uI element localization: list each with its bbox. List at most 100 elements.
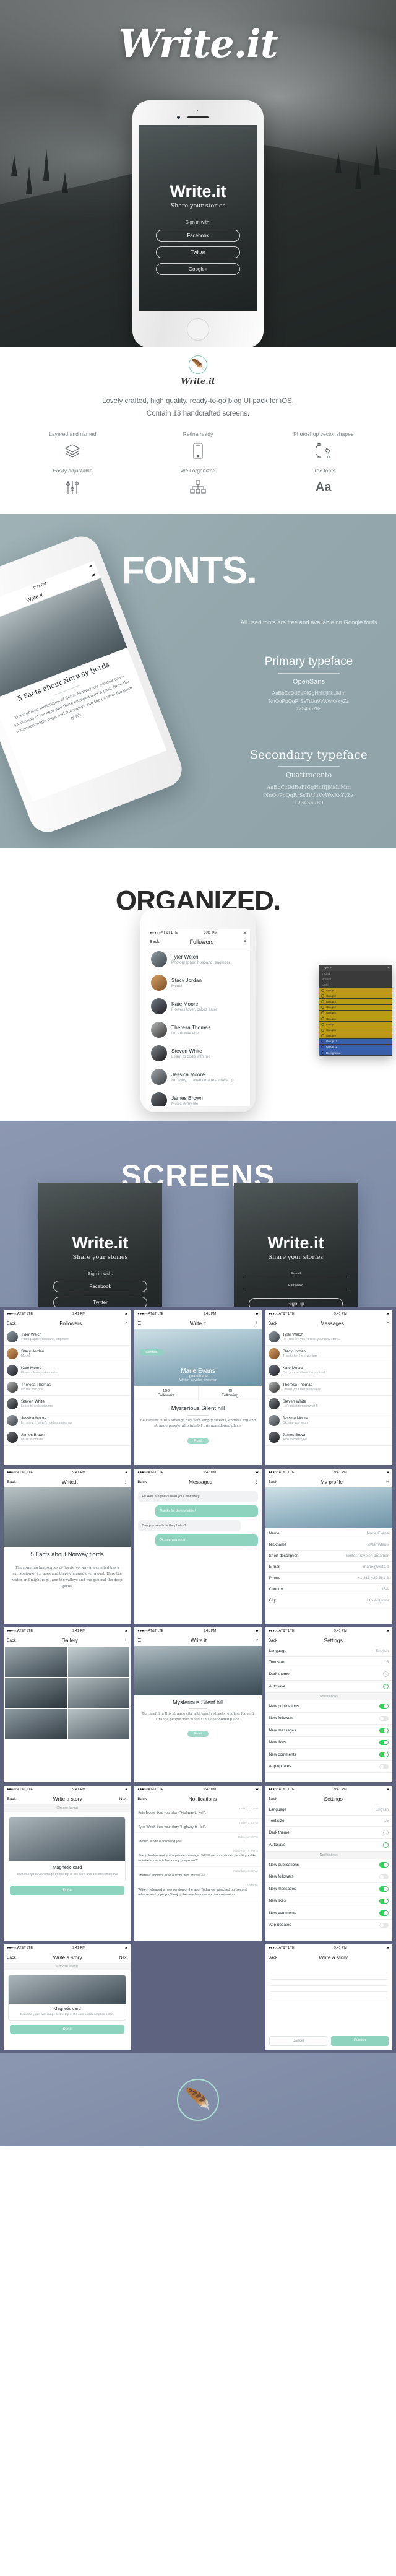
back-button[interactable]: Back bbox=[7, 1797, 16, 1801]
twitter-signin-button[interactable]: Twitter bbox=[156, 246, 240, 258]
new-publications-toggle[interactable] bbox=[379, 1862, 389, 1868]
table-row[interactable]: Autosave bbox=[265, 1681, 392, 1693]
table-row[interactable]: E-mail marie@write.it bbox=[265, 1562, 392, 1573]
list-item[interactable]: Theresa Thomas I'm the wild one bbox=[146, 1018, 250, 1042]
new-likes-toggle[interactable] bbox=[379, 1898, 389, 1904]
eye-icon[interactable] bbox=[321, 1006, 324, 1009]
facebook-signin-button[interactable]: Facebook bbox=[156, 230, 240, 242]
back-button[interactable]: Back bbox=[137, 1480, 147, 1484]
layout-card[interactable]: Magnetic card Beautiful fjords with imag… bbox=[9, 1817, 126, 1882]
layers-search[interactable]: ⌕ Kind bbox=[319, 971, 392, 977]
stat-followers[interactable]: 150 Followers bbox=[134, 1386, 199, 1401]
table-row[interactable]: Country USA bbox=[265, 1584, 392, 1595]
new-comments-toggle[interactable] bbox=[379, 1752, 389, 1757]
list-item[interactable]: James Brown Music is my life bbox=[146, 1089, 250, 1106]
table-row[interactable]: Autosave bbox=[265, 1839, 392, 1852]
blend-mode[interactable]: Normal bbox=[319, 977, 392, 982]
table-row[interactable]: Dark theme bbox=[265, 1668, 392, 1681]
eye-icon[interactable] bbox=[321, 999, 324, 1003]
table-row[interactable]: Language English bbox=[265, 1804, 392, 1816]
table-row[interactable]: New publications bbox=[265, 1700, 392, 1713]
back-button[interactable]: Back bbox=[7, 1480, 16, 1484]
table-row[interactable]: New messages bbox=[265, 1883, 392, 1895]
gallery-thumb[interactable] bbox=[67, 1709, 130, 1739]
more-icon[interactable]: ⋮ bbox=[124, 1479, 128, 1484]
menu-icon[interactable]: ☰ bbox=[137, 1321, 141, 1326]
edit-icon[interactable]: ✎ bbox=[385, 1479, 389, 1484]
new-publications-toggle[interactable] bbox=[379, 1704, 389, 1709]
new-messages-toggle[interactable] bbox=[379, 1886, 389, 1892]
back-button[interactable]: Back bbox=[150, 940, 160, 944]
photoshop-layers-panel[interactable]: Layers ✕ ⌕ Kind Normal Lock: Group 1 Gro… bbox=[319, 965, 392, 1056]
layer-row[interactable]: Group 4 bbox=[319, 1004, 392, 1011]
table-row[interactable]: New likes bbox=[265, 1737, 392, 1749]
back-button[interactable]: Back bbox=[269, 1797, 278, 1801]
done-button[interactable]: Done bbox=[10, 1886, 125, 1895]
search-icon[interactable]: ⌕ bbox=[256, 1638, 259, 1643]
layer-row[interactable]: Group 3 bbox=[319, 999, 392, 1005]
close-icon[interactable]: ✕ bbox=[387, 966, 390, 970]
notification-row[interactable]: Today, 12:10PM Steven White is following … bbox=[134, 1833, 262, 1848]
back-button[interactable]: Back bbox=[269, 1321, 278, 1326]
eye-icon[interactable] bbox=[321, 988, 324, 992]
more-icon[interactable]: ⋮ bbox=[254, 1479, 259, 1484]
gallery-thumb[interactable] bbox=[67, 1678, 130, 1708]
app-updates-toggle[interactable] bbox=[379, 1764, 389, 1769]
table-row[interactable]: Tyler Welch Photographer, husband, engine… bbox=[4, 1329, 131, 1346]
table-row[interactable]: New likes bbox=[265, 1895, 392, 1907]
table-row[interactable]: Theresa Thomas I loved your last publicat… bbox=[265, 1379, 392, 1396]
menu-icon[interactable]: ☰ bbox=[137, 1638, 141, 1643]
table-row[interactable]: Steven White Let's meet tomorrow at 5 bbox=[265, 1396, 392, 1412]
table-row[interactable]: Kate Moore Flowers lover, cakes eater bbox=[4, 1362, 131, 1379]
more-icon[interactable]: ⋮ bbox=[254, 1321, 259, 1326]
next-button[interactable]: Next bbox=[119, 1956, 128, 1960]
layer-row[interactable]: Group 5 bbox=[319, 1010, 392, 1016]
list-item[interactable]: Steven White Learn to code with me bbox=[146, 1042, 250, 1065]
layer-row[interactable]: Group 1 bbox=[319, 988, 392, 994]
notification-row[interactable]: 03/15/16 Write.it released a new version … bbox=[134, 1881, 262, 1900]
editor-body[interactable] bbox=[265, 1963, 392, 2008]
list-item[interactable]: Stacy Jordan Model bbox=[146, 971, 250, 994]
search-icon[interactable]: ⌕ bbox=[387, 1321, 389, 1326]
facebook-signin-button[interactable]: Facebook bbox=[53, 1281, 147, 1292]
autosave-radio[interactable] bbox=[382, 1683, 389, 1689]
table-row[interactable]: James Brown Music is my life bbox=[4, 1429, 131, 1446]
table-row[interactable]: Stacy Jordan Thanks for the invitation! bbox=[265, 1346, 392, 1362]
password-field[interactable]: Password bbox=[244, 1284, 348, 1289]
search-icon[interactable]: ⌕ bbox=[244, 939, 246, 944]
new-followers-toggle[interactable] bbox=[379, 1715, 389, 1721]
google-signin-button[interactable]: Google+ bbox=[156, 263, 240, 275]
new-followers-toggle[interactable] bbox=[379, 1874, 389, 1879]
table-row[interactable]: Tyler Welch Hi! How are you? I read your … bbox=[265, 1329, 392, 1346]
signup-button[interactable]: Sign up bbox=[249, 1298, 343, 1307]
feed-card[interactable]: Mysterious Silent hill Be careful in thi… bbox=[134, 1695, 261, 1741]
more-icon[interactable]: ⋮ bbox=[124, 1638, 128, 1643]
table-row[interactable]: New followers bbox=[265, 1871, 392, 1883]
read-button[interactable]: Read bbox=[139, 1726, 256, 1738]
layer-row-selected[interactable]: Background bbox=[319, 1050, 392, 1056]
layer-row[interactable]: Group 8 bbox=[319, 1027, 392, 1033]
table-row[interactable]: Stacy Jordan Model bbox=[4, 1346, 131, 1362]
layer-row[interactable]: Group 7 bbox=[319, 1022, 392, 1028]
contact-button[interactable]: Contact bbox=[139, 1345, 164, 1356]
table-row[interactable]: Dark theme bbox=[265, 1827, 392, 1839]
eye-icon[interactable] bbox=[321, 1017, 324, 1020]
table-row[interactable]: Language English bbox=[265, 1646, 392, 1657]
layer-row[interactable]: Group 9 bbox=[319, 1033, 392, 1039]
eye-icon[interactable] bbox=[321, 1051, 324, 1055]
gallery-thumb[interactable] bbox=[67, 1647, 130, 1677]
table-row[interactable]: Short description Writer, traveler, dream… bbox=[265, 1551, 392, 1562]
table-row[interactable]: New messages bbox=[265, 1725, 392, 1737]
eye-icon[interactable] bbox=[321, 1028, 324, 1032]
back-button[interactable]: Back bbox=[269, 1956, 278, 1960]
notification-row[interactable]: Today, 3:20PM Kate Moore liked your story… bbox=[134, 1804, 262, 1819]
list-item[interactable]: Tyler Welch Photographer, husband, engine… bbox=[146, 947, 250, 971]
table-row[interactable]: Kate Moore Can you send me the photos? bbox=[265, 1362, 392, 1379]
table-row[interactable]: Name Marie Evans bbox=[265, 1528, 392, 1539]
table-row[interactable]: James Brown Nice to meet you bbox=[265, 1429, 392, 1446]
dark-theme-radio[interactable] bbox=[382, 1830, 389, 1835]
table-row[interactable]: App updates bbox=[265, 1920, 392, 1931]
notification-row[interactable]: Today, 1:40PM Tyler Welch liked your stor… bbox=[134, 1819, 262, 1834]
table-row[interactable]: App updates bbox=[265, 1761, 392, 1773]
new-likes-toggle[interactable] bbox=[379, 1739, 389, 1745]
